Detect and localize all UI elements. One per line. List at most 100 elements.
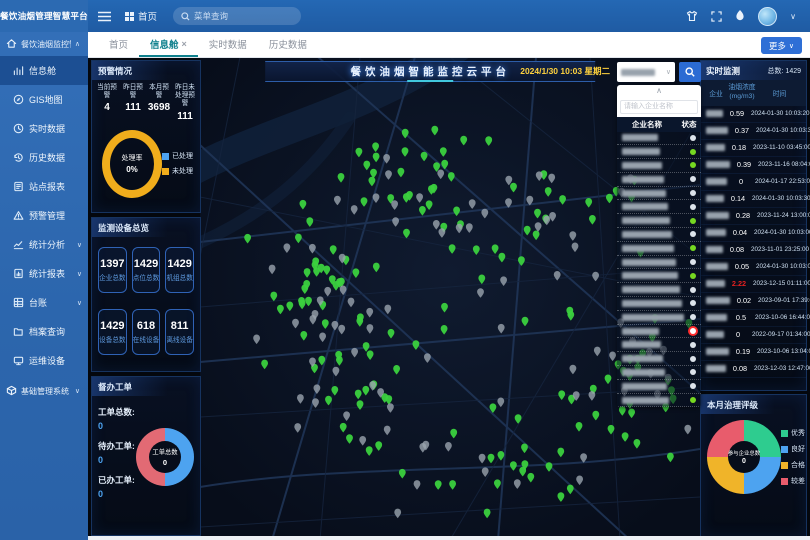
sidebar-item-base-system[interactable]: 基础管理系统 ∨ [0,379,88,403]
realtime-row[interactable]: 0.182023-11-10 03:45:00 [701,140,806,157]
realtime-row[interactable]: 02022-09-17 01:34:00 [701,327,806,344]
company-row[interactable] [617,325,701,339]
tab-info-cabin[interactable]: 信息舱× [139,32,198,57]
company-row[interactable] [617,380,701,394]
workorder-stat-value: 0 [98,421,135,431]
theme-icon[interactable] [686,10,698,22]
device-stat-box: 811离线设备 [165,309,194,355]
tab-history-data[interactable]: 历史数据 [258,32,318,57]
sidebar-item-realtime-data[interactable]: 实时数据 [0,114,88,143]
realtime-row[interactable]: 0.282023-11-24 13:00:00 [701,208,806,225]
sidebar-item-stat-report[interactable]: 统计报表∨ [0,259,88,288]
company-row[interactable] [617,214,701,228]
realtime-row[interactable]: 0.592024-01-30 10:03:20 [701,106,806,123]
realtime-row[interactable]: 0.082023-11-01 23:25:00 [701,242,806,259]
workorder-stat-label: 已办工单: [98,474,135,486]
realtime-row[interactable]: 0.052024-01-30 10:03:00 [701,259,806,276]
realtime-row[interactable]: 0.142024-01-30 10:03:30 [701,191,806,208]
status-dot-gray [690,342,696,348]
horizontal-scrollbar[interactable] [88,536,810,540]
company-row[interactable] [617,228,701,242]
company-row[interactable] [617,159,701,173]
company-row[interactable] [617,173,701,187]
legend-label: 优秀 [791,428,805,438]
company-row[interactable] [617,311,701,325]
realtime-row[interactable]: 0.082023-12-03 12:47:00 [701,361,806,378]
tabs: 首页信息舱×实时数据历史数据 [88,32,318,57]
company-row[interactable] [617,187,701,201]
hamburger-menu-icon[interactable] [98,11,111,22]
company-row[interactable] [617,269,701,283]
company-name-redacted [706,195,724,202]
stat-label: 昨日未处理预警 [172,84,198,109]
timestamp: 2023-10-06 16:44:00 [755,314,810,321]
fullscreen-icon[interactable] [711,11,722,22]
stat-value: 111 [120,102,146,113]
timestamp: 2022-09-17 01:34:00 [752,331,810,338]
sidebar-group-header[interactable]: 餐饮油烟监控管理系统 ∧ [0,32,88,56]
company-row[interactable] [617,145,701,159]
status-dot-gray [690,204,696,210]
breadcrumb-label: 首页 [138,9,157,23]
realtime-row[interactable]: 0.192023-10-06 13:04:00 [701,344,806,361]
sidebar-item-label: 统计分析 [29,238,65,251]
company-select[interactable]: ∨ [617,62,675,82]
sidebar-item-ledger[interactable]: 台账∨ [0,288,88,317]
search-icon [181,12,190,21]
sidebar-item-gis-map[interactable]: GIS地图 [0,85,88,114]
menu-search-input[interactable]: 菜单查询 [173,7,301,25]
sidebar-item-info-cabin[interactable]: 信息舱 [0,56,88,85]
collapse-arrow-icon[interactable]: ∧ [620,86,698,95]
status-dot-gray [690,369,696,375]
realtime-row[interactable]: 0.392023-11-16 08:04:00 [701,157,806,174]
sidebar-item-stat-analysis[interactable]: 统计分析∨ [0,230,88,259]
company-row[interactable] [617,394,701,408]
sidebar-item-history-data[interactable]: 历史数据 [0,143,88,172]
company-row[interactable] [617,338,701,352]
realtime-row[interactable]: 0.372024-01-30 10:03:30 [701,123,806,140]
realtime-row[interactable]: 0.022023-09-01 17:39:00 [701,293,806,310]
company-row[interactable] [617,366,701,380]
timestamp: 2024-01-30 10:03:30 [756,127,810,134]
company-row[interactable] [617,297,701,311]
company-search-button[interactable] [679,62,701,82]
legend-swatch [781,430,788,437]
avatar[interactable] [758,7,777,26]
company-name-redacted [622,134,658,141]
sidebar-item-warning-manage[interactable]: 预警管理 [0,201,88,230]
company-name-redacted [622,272,678,279]
notification-icon[interactable] [735,10,745,22]
sidebar-item-site-report[interactable]: 站点报表 [0,172,88,201]
rating-panel: 本月治理评级 参与企业总数 0 优秀良好合格较差 [700,394,807,537]
company-row[interactable] [617,200,701,214]
more-button[interactable]: 更多 ∨ [761,37,802,54]
concentration-value: 0 [727,177,755,186]
company-row[interactable] [617,283,701,297]
close-icon[interactable]: × [182,39,187,49]
company-row[interactable] [617,352,701,366]
tab-home[interactable]: 首页 [98,32,139,57]
sidebar-item-archive-query[interactable]: 档案查询 [0,317,88,346]
company-name-input[interactable] [620,100,698,114]
realtime-row[interactable]: 02024-01-17 22:53:00 [701,174,806,191]
company-name-redacted [706,314,727,321]
realtime-columns: 企业 油烟浓度 (mg/m3) 时间 [701,80,806,106]
company-row[interactable] [617,132,701,146]
concentration-value: 0 [724,330,752,339]
realtime-row[interactable]: 2.222023-12-15 01:11:00 [701,276,806,293]
report-icon [13,181,24,192]
realtime-row[interactable]: 0.52023-10-06 16:44:00 [701,310,806,327]
device-stat-box: 618在线设备 [132,309,161,355]
sidebar-item-label: 实时数据 [29,122,65,135]
company-row[interactable] [617,256,701,270]
breadcrumb[interactable]: 首页 [125,9,157,23]
sidebar-item-ops-device[interactable]: 运维设备 [0,346,88,375]
timestamp: 2024-01-30 10:03:20 [751,110,809,117]
company-name-redacted [622,176,664,183]
tab-realtime-data[interactable]: 实时数据 [198,32,258,57]
device-stat-label: 设备总数 [99,334,125,344]
realtime-row[interactable]: 0.042024-01-30 10:03:00 [701,225,806,242]
company-row[interactable] [617,242,701,256]
chevron-down-icon[interactable]: ∨ [790,12,796,21]
chevron-down-icon: ∨ [77,299,84,307]
